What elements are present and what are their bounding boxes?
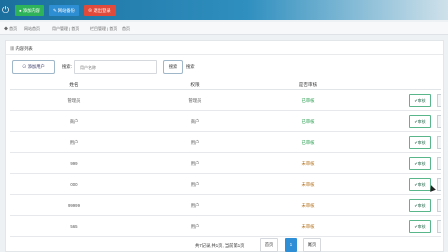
search-button[interactable]: 搜索 — [163, 60, 183, 74]
search-label: 搜索: — [62, 64, 72, 69]
cell-name: 用户 — [69, 140, 79, 145]
add-user-button[interactable]: ⊙ 添加用户 — [12, 60, 55, 74]
cell-role: 用户 — [190, 203, 200, 208]
table-row: 000 用户 未审核 ✔审核 — [10, 175, 441, 195]
table-header: 姓名 权限 是否审核 — [10, 79, 441, 90]
cell-name: 565 — [70, 224, 78, 229]
approve-button[interactable]: ✔审核 — [409, 199, 431, 212]
cell-name: 99999 — [68, 203, 80, 208]
cell-status: 已审核 — [301, 140, 315, 145]
panel-title: ▦ 内容列表 — [10, 46, 33, 51]
power-icon[interactable]: ⏻ — [2, 4, 12, 16]
breadcrumb: ◆ 首页 网站首页 用户管理 | 首页 栏目管理 | 首页 首页 — [0, 22, 448, 35]
row-action-edge[interactable] — [437, 115, 441, 128]
cell-role: 用户 — [190, 182, 200, 187]
table-row: 565 用户 未审核 ✔审核 — [10, 217, 441, 237]
breadcrumb-user-manage[interactable]: 用户管理 | 首页 — [52, 26, 79, 32]
approve-button[interactable]: ✔审核 — [409, 220, 431, 233]
logout-button[interactable]: ⊗ 退出登录 — [84, 5, 116, 16]
table-row: 999 用户 未审核 ✔审核 — [10, 154, 441, 174]
cell-role: 管理员 — [188, 98, 202, 103]
cell-name: 999 — [70, 161, 78, 166]
search-input[interactable] — [74, 60, 157, 74]
cell-status: 未审核 — [301, 161, 315, 166]
approve-button[interactable]: ✔审核 — [409, 136, 431, 149]
cell-name: 管理员 — [67, 98, 81, 103]
top-bar: ⏻ ● 添加内容 ✎ 网站备份 ⊗ 退出登录 — [0, 0, 448, 20]
pagination-info: 共7记录,共1页, 当前第1页 — [195, 243, 245, 248]
add-content-button[interactable]: ● 添加内容 — [15, 5, 44, 16]
approve-button[interactable]: ✔审核 — [409, 178, 431, 191]
first-page-button[interactable]: 首页 — [260, 238, 278, 252]
breadcrumb-current[interactable]: 首页 — [122, 26, 130, 32]
cell-role: 商户 — [190, 119, 200, 124]
cell-status: 未审核 — [301, 224, 315, 229]
approve-button[interactable]: ✔审核 — [409, 115, 431, 128]
row-action-edge[interactable] — [437, 199, 441, 212]
breadcrumb-column-manage[interactable]: 栏目管理 | 首页 — [90, 26, 117, 32]
cell-status: 已审核 — [301, 119, 315, 124]
row-action-edge[interactable] — [437, 178, 441, 191]
row-action-edge[interactable] — [437, 220, 441, 233]
table-row: 商户 商户 已审核 ✔审核 — [10, 112, 441, 132]
table-row: 管理员 管理员 已审核 ✔审核 — [10, 91, 441, 111]
table-row: 99999 用户 未审核 ✔审核 — [10, 196, 441, 216]
current-page-button[interactable]: 1 — [285, 238, 297, 252]
row-action-edge[interactable] — [437, 94, 441, 107]
column-header-status: 是否审核 — [298, 82, 318, 87]
approve-button[interactable]: ✔审核 — [409, 94, 431, 107]
backup-button[interactable]: ✎ 网站备份 — [49, 5, 79, 16]
breadcrumb-home[interactable]: ◆ 首页 — [4, 26, 17, 32]
cell-status: 未审核 — [301, 182, 315, 187]
breadcrumb-site-home[interactable]: 网站首页 — [24, 26, 40, 32]
cell-role: 用户 — [190, 224, 200, 229]
cell-role: 用户 — [190, 161, 200, 166]
column-header-name: 姓名 — [69, 82, 79, 87]
cell-name: 000 — [70, 182, 78, 187]
row-action-edge[interactable] — [437, 157, 441, 170]
cell-name: 商户 — [69, 119, 79, 124]
content-panel: ▦ 内容列表 ⊙ 添加用户 搜索: 搜索 搜索 姓名 权限 是否审核 管理员管理… — [5, 40, 444, 252]
cell-status: 已审核 — [301, 98, 315, 103]
search-extra-label: 搜索 — [186, 64, 195, 69]
table-row: 用户 用户 已审核 ✔审核 — [10, 133, 441, 153]
panel-divider — [6, 54, 443, 55]
approve-button[interactable]: ✔审核 — [409, 157, 431, 170]
cell-status: 未审核 — [301, 203, 315, 208]
row-action-edge[interactable] — [437, 136, 441, 149]
column-header-role: 权限 — [190, 82, 200, 87]
cell-role: 用户 — [190, 140, 200, 145]
last-page-button[interactable]: 尾页 — [303, 238, 321, 252]
